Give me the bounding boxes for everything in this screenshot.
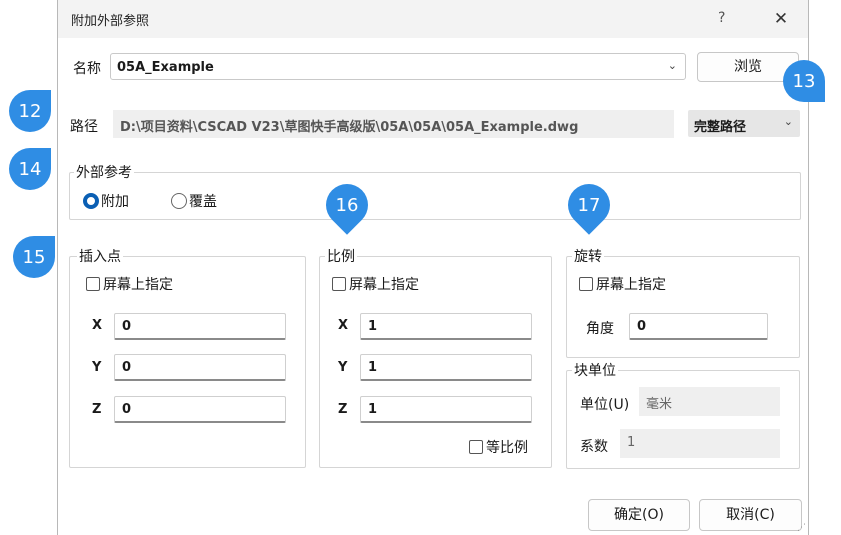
- factor-value: 1: [627, 435, 636, 450]
- radio-selected-icon: [83, 193, 99, 209]
- scale-z-value: 1: [368, 402, 378, 417]
- callout-number: 16: [335, 194, 359, 216]
- path-type-dropdown[interactable]: 完整路径 ⌄: [688, 110, 800, 137]
- uniform-scale-checkbox[interactable]: 等比例: [469, 437, 528, 457]
- insert-specify-label: 屏幕上指定: [103, 277, 173, 293]
- scale-x-label: X: [338, 318, 349, 333]
- name-label: 名称: [73, 61, 101, 77]
- insert-specify-onscreen-checkbox[interactable]: 屏幕上指定: [86, 274, 173, 294]
- rotation-specify-label: 屏幕上指定: [596, 277, 666, 293]
- unit-field: 毫米: [639, 387, 780, 416]
- insert-x-value: 0: [122, 319, 132, 334]
- scale-x-value: 1: [368, 319, 378, 334]
- insertion-point-legend: 插入点: [77, 246, 123, 266]
- overlay-label: 覆盖: [189, 194, 217, 210]
- insert-z-input[interactable]: 0: [114, 396, 286, 423]
- attach-xref-dialog: 附加外部参照 ? ✕ 名称 05A_Example ⌄ 浏览 路径 D:\项目资…: [57, 0, 809, 535]
- checkbox-icon: [332, 277, 346, 291]
- attach-label: 附加: [101, 194, 129, 210]
- scale-y-label: Y: [338, 360, 348, 375]
- title-bar: 附加外部参照 ? ✕: [58, 0, 808, 38]
- insert-y-value: 0: [122, 360, 132, 375]
- dialog-title: 附加外部参照: [71, 14, 150, 29]
- callout-number: 17: [577, 194, 601, 216]
- uniform-scale-label: 等比例: [486, 440, 528, 456]
- chevron-down-icon: ⌄: [783, 115, 793, 128]
- factor-field: 1: [620, 429, 780, 458]
- callout-badge: 14: [9, 148, 51, 190]
- help-button[interactable]: ?: [718, 10, 725, 26]
- callout-badge: 15: [13, 236, 55, 278]
- angle-label: 角度: [586, 321, 614, 337]
- insert-y-input[interactable]: 0: [114, 354, 286, 381]
- xref-type-legend: 外部参考: [74, 162, 134, 182]
- scale-legend: 比例: [325, 246, 357, 266]
- scale-y-input[interactable]: 1: [360, 354, 532, 381]
- rotation-specify-onscreen-checkbox[interactable]: 屏幕上指定: [579, 274, 666, 294]
- insert-z-label: Z: [92, 402, 102, 417]
- insert-z-value: 0: [122, 402, 132, 417]
- angle-value: 0: [637, 319, 647, 334]
- insert-x-input[interactable]: 0: [114, 313, 286, 340]
- rotation-group: [566, 256, 800, 358]
- unit-value: 毫米: [646, 397, 673, 412]
- path-field: D:\项目资料\CSCAD V23\草图快手高级版\05A\05A\05A_Ex…: [113, 110, 674, 138]
- checkbox-icon: [469, 440, 483, 454]
- path-label: 路径: [70, 119, 98, 135]
- callout-badge: 12: [9, 90, 51, 132]
- scale-z-label: Z: [338, 402, 348, 417]
- attach-radio[interactable]: 附加: [83, 191, 129, 211]
- name-value: 05A_Example: [117, 60, 214, 75]
- scale-z-input[interactable]: 1: [360, 396, 532, 423]
- scale-specify-label: 屏幕上指定: [349, 277, 419, 293]
- factor-label: 系数: [580, 439, 608, 455]
- ok-button[interactable]: 确定(O): [588, 499, 690, 531]
- insert-y-label: Y: [92, 360, 102, 375]
- unit-label: 单位(U): [580, 397, 630, 413]
- path-value: D:\项目资料\CSCAD V23\草图快手高级版\05A\05A\05A_Ex…: [120, 120, 579, 135]
- path-type-value: 完整路径: [694, 120, 747, 135]
- scale-y-value: 1: [368, 360, 378, 375]
- close-button[interactable]: ✕: [768, 6, 794, 32]
- checkbox-icon: [86, 277, 100, 291]
- cancel-button[interactable]: 取消(C): [699, 499, 802, 531]
- name-combobox[interactable]: 05A_Example ⌄: [110, 53, 686, 80]
- block-unit-legend: 块单位: [572, 360, 618, 380]
- checkbox-icon: [579, 277, 593, 291]
- overlay-radio[interactable]: 覆盖: [171, 191, 217, 211]
- angle-input[interactable]: 0: [629, 313, 768, 340]
- scale-x-input[interactable]: 1: [360, 313, 532, 340]
- rotation-legend: 旋转: [572, 246, 604, 266]
- radio-icon: [171, 193, 187, 209]
- insert-x-label: X: [92, 318, 103, 333]
- callout-badge: 13: [783, 60, 825, 102]
- resize-grip-icon[interactable]: ⋰: [797, 523, 806, 533]
- scale-specify-onscreen-checkbox[interactable]: 屏幕上指定: [332, 274, 419, 294]
- chevron-down-icon: ⌄: [667, 59, 677, 72]
